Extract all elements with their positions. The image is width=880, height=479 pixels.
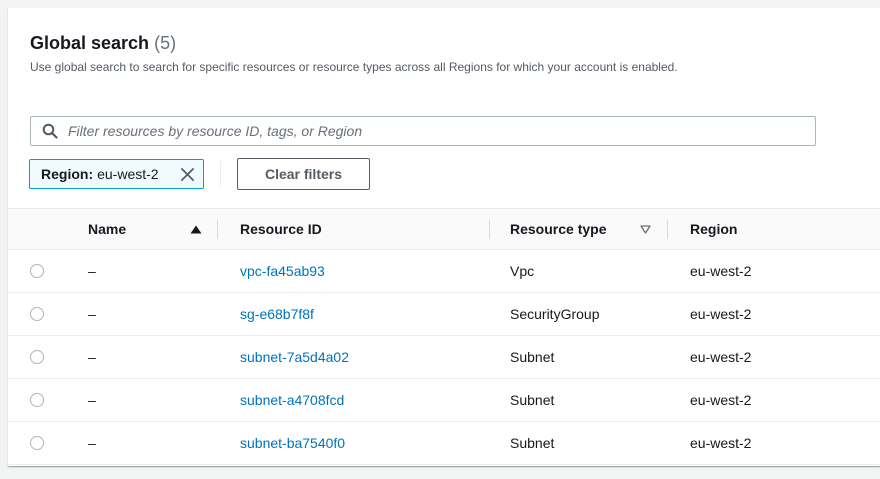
cell-region: eu-west-2 [690, 263, 752, 279]
global-search-panel: Global search (5) Use global search to s… [8, 8, 880, 466]
table-row[interactable]: – subnet-a4708fcd Subnet eu-west-2 [8, 379, 880, 422]
caret-down-outline-icon[interactable] [640, 225, 651, 234]
table-row[interactable]: – vpc-fa45ab93 Vpc eu-west-2 [8, 250, 880, 293]
cell-resource-type: Subnet [510, 392, 555, 408]
search-input[interactable] [66, 122, 815, 140]
cell-name: – [88, 349, 96, 365]
resource-id-link[interactable]: subnet-7a5d4a02 [240, 336, 349, 378]
close-icon[interactable] [180, 167, 195, 182]
page-title: Global search (5) [30, 32, 870, 54]
region-filter-token: Region: eu-west-2 [29, 159, 204, 189]
resource-id-link[interactable]: sg-e68b7f8f [240, 293, 314, 335]
table-header: Name Resource ID Resource type Region [8, 208, 880, 250]
cell-name: – [88, 306, 96, 322]
row-select-radio[interactable] [30, 350, 44, 364]
cell-resource-type: Subnet [510, 349, 555, 365]
cell-region: eu-west-2 [690, 392, 752, 408]
page-description: Use global search to search for specific… [30, 60, 678, 74]
result-count: (5) [154, 33, 177, 53]
cell-region: eu-west-2 [690, 349, 752, 365]
caret-up-filled-icon[interactable] [190, 225, 202, 234]
column-divider [489, 220, 490, 239]
row-select-radio[interactable] [30, 264, 44, 278]
column-header-resource-type[interactable]: Resource type [510, 209, 606, 250]
filter-token-value: eu-west-2 [97, 166, 159, 182]
cell-resource-type: SecurityGroup [510, 306, 600, 322]
column-header-resource-id[interactable]: Resource ID [240, 209, 322, 250]
table-row[interactable]: – subnet-7a5d4a02 Subnet eu-west-2 [8, 336, 880, 379]
search-icon [42, 123, 58, 139]
cell-resource-type: Vpc [510, 263, 535, 279]
panel-header: Global search (5) Use global search to s… [30, 32, 870, 75]
resource-id-link[interactable]: vpc-fa45ab93 [240, 250, 325, 292]
column-header-region[interactable]: Region [690, 209, 737, 250]
column-divider [667, 220, 668, 239]
filter-token-key: Region: [41, 166, 94, 182]
cell-name: – [88, 392, 96, 408]
cell-region: eu-west-2 [690, 435, 752, 451]
row-select-radio[interactable] [30, 436, 44, 450]
cell-resource-type: Subnet [510, 435, 555, 451]
resource-id-link[interactable]: subnet-ba7540f0 [240, 422, 345, 464]
row-select-radio[interactable] [30, 393, 44, 407]
page-title-text: Global search [30, 33, 150, 53]
cell-name: – [88, 263, 96, 279]
cell-region: eu-west-2 [690, 306, 752, 322]
table-row[interactable]: – subnet-ba7540f0 Subnet eu-west-2 [8, 422, 880, 465]
resource-id-link[interactable]: subnet-a4708fcd [240, 379, 344, 421]
row-select-radio[interactable] [30, 307, 44, 321]
search-box[interactable] [30, 116, 816, 146]
filter-divider [220, 161, 221, 187]
column-header-name[interactable]: Name [88, 209, 126, 250]
clear-filters-button[interactable]: Clear filters [237, 158, 370, 190]
column-divider [217, 220, 218, 239]
resources-table: Name Resource ID Resource type Region – … [8, 208, 880, 465]
table-row[interactable]: – sg-e68b7f8f SecurityGroup eu-west-2 [8, 293, 880, 336]
cell-name: – [88, 435, 96, 451]
